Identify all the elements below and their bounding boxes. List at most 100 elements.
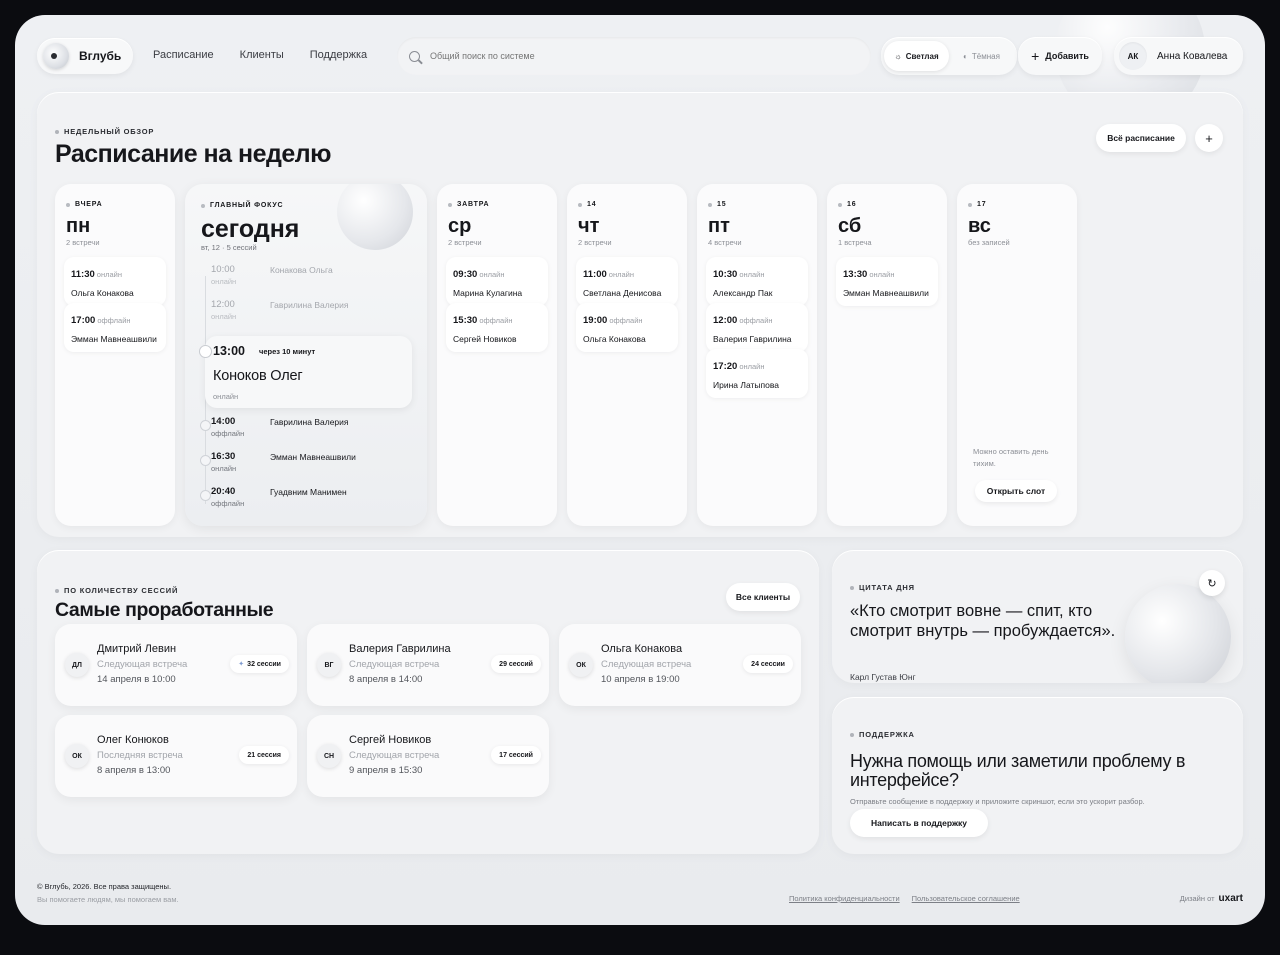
- open-slot-button[interactable]: Открыть слот: [975, 480, 1057, 502]
- today-card[interactable]: Главный фокус сегодня вт, 12 · 5 сессий …: [185, 184, 427, 526]
- day-card-mon[interactable]: Вчера пн 2 встречи 11:30 онлайн Ольга Кон…: [55, 184, 175, 526]
- client-card[interactable]: ВГ Валерия Гаврилина Следующая встреча 8…: [307, 624, 549, 706]
- client-meeting-date: 9 апреля в 15:30: [349, 765, 423, 776]
- today-tag: Главный фокус: [201, 202, 283, 209]
- client-meeting-date: 10 апреля в 19:00: [601, 674, 680, 685]
- quote-eyebrow: Цитата дня: [850, 583, 915, 592]
- client-meeting-label: Следующая встреча: [601, 659, 692, 670]
- top-clients-panel: По количеству сессий Самые проработанные…: [37, 550, 819, 854]
- quote-author: Карл Густав Юнг: [850, 672, 916, 682]
- day-count: 1 встреча: [838, 238, 872, 247]
- appointment[interactable]: 13:30 онлайн Эмман Мавнеашвили: [836, 257, 938, 306]
- logo-icon: [43, 43, 69, 69]
- appointment[interactable]: 12:00 оффлайн Валерия Гаврилина: [706, 303, 808, 352]
- client-avatar: ОК: [65, 744, 89, 768]
- timeline-item[interactable]: 10:00 онлайн Конакова Ольга: [200, 264, 410, 294]
- add-button[interactable]: + Добавить: [1018, 37, 1102, 75]
- day-count: 2 встречи: [578, 238, 612, 247]
- theme-light-label: Светлая: [905, 51, 939, 61]
- refresh-icon[interactable]: ↻: [1199, 570, 1225, 596]
- quote-text: «Кто смотрит вовне — спит, кто смотрит в…: [850, 602, 1116, 640]
- designer-brand-link[interactable]: uxart: [1219, 893, 1243, 904]
- week-eyebrow: Недельный обзор: [55, 127, 154, 136]
- privacy-link[interactable]: Политика конфиденциальности: [789, 894, 900, 903]
- day-name: сб: [838, 215, 862, 237]
- day-tag: Вчера: [66, 201, 103, 208]
- client-card[interactable]: СН Сергей Новиков Следующая встреча 9 ап…: [307, 715, 549, 797]
- client-name: Олег Конюков: [97, 734, 169, 746]
- plus-icon: +: [1031, 48, 1040, 64]
- footer-tagline: Вы помогаете людям, мы помогаем вам.: [37, 895, 179, 904]
- appointment[interactable]: 10:30 онлайн Александр Пак: [706, 257, 808, 306]
- sessions-badge: 29 сессий: [491, 655, 541, 673]
- day-card-sat[interactable]: 16 сб 1 встреча 13:30 онлайн Эмман Мавнеа…: [827, 184, 947, 526]
- all-schedule-button[interactable]: Всё расписание: [1096, 124, 1186, 152]
- sessions-badge: 24 сессии: [743, 655, 793, 673]
- clients-eyebrow: По количеству сессий: [55, 586, 178, 595]
- terms-link[interactable]: Пользовательское соглашение: [912, 894, 1020, 903]
- focus-session-card[interactable]: 13:00 через 10 минут Коноков Олег онлайн: [199, 336, 412, 408]
- appointment[interactable]: 11:30 онлайн Ольга Конакова: [64, 257, 166, 306]
- day-card-sun[interactable]: 17 вс без записей Можно оставить день ти…: [957, 184, 1077, 526]
- theme-light-button[interactable]: ☼ Светлая: [884, 41, 949, 71]
- empty-day-note: Можно оставить день тихим.: [973, 447, 1049, 468]
- sparkle-icon: ✦: [238, 661, 245, 668]
- timeline-item[interactable]: 16:30 онлайн Эмман Мавнеашвили: [200, 451, 410, 481]
- client-card[interactable]: ОК Ольга Конакова Следующая встреча 10 а…: [559, 624, 801, 706]
- logo-text: Вглубь: [79, 49, 122, 63]
- add-slot-button[interactable]: +: [1195, 124, 1223, 152]
- timeline-item[interactable]: 20:40 оффлайн Гуадвним Манимен: [200, 486, 410, 516]
- week-title: Расписание на неделю: [55, 140, 332, 168]
- user-menu[interactable]: АК Анна Ковалева: [1114, 37, 1243, 75]
- support-panel: Поддержка Нужна помощь или заметили проб…: [832, 697, 1243, 854]
- focus-client: Коноков Олег: [213, 368, 303, 384]
- appointment[interactable]: 19:00 оффлайн Ольга Конакова: [576, 303, 678, 352]
- sun-icon: ☼: [894, 51, 902, 61]
- day-card-fri[interactable]: 15 пт 4 встречи 10:30 онлайн Александр Па…: [697, 184, 817, 526]
- day-tag: 15: [708, 201, 726, 208]
- appointment[interactable]: 09:30 онлайн Марина Кулагина: [446, 257, 548, 306]
- timeline-item[interactable]: 12:00 онлайн Гаврилина Валерия: [200, 299, 410, 329]
- day-name: вс: [968, 215, 991, 237]
- appointment[interactable]: 15:30 оффлайн Сергей Новиков: [446, 303, 548, 352]
- day-tag: 16: [838, 201, 856, 208]
- day-card-thu[interactable]: 14 чт 2 встречи 11:00 онлайн Светлана Ден…: [567, 184, 687, 526]
- add-label: Добавить: [1045, 51, 1089, 61]
- app-frame: Вглубь Расписание Клиенты Поддержка ☼ Св…: [15, 15, 1265, 925]
- avatar: АК: [1119, 42, 1147, 70]
- client-meeting-label: Последняя встреча: [97, 750, 183, 761]
- theme-toggle: ☼ Светлая ◐ Тёмная: [881, 37, 1017, 75]
- footer-links: Политика конфиденциальности Пользователь…: [789, 894, 1020, 903]
- nav-item-schedule[interactable]: Расписание: [153, 49, 214, 61]
- clients-title: Самые проработанные: [55, 599, 274, 621]
- sessions-badge: 17 сессий: [491, 746, 541, 764]
- focus-time: 13:00: [213, 344, 245, 358]
- decorative-orb: [337, 184, 413, 250]
- nav-item-support[interactable]: Поддержка: [310, 49, 367, 61]
- day-count: без записей: [968, 238, 1010, 247]
- timeline-item[interactable]: 14:00 оффлайн Гаврилина Валерия: [200, 416, 410, 446]
- day-card-wed[interactable]: Завтра ср 2 встречи 09:30 онлайн Марина К…: [437, 184, 557, 526]
- day-count: 2 встречи: [448, 238, 482, 247]
- client-avatar: ОК: [569, 653, 593, 677]
- theme-dark-button[interactable]: ◐ Тёмная: [949, 41, 1014, 71]
- footer-credit: Дизайн от uxart: [1180, 893, 1243, 904]
- support-title: Нужна помощь или заметили проблему в инт…: [850, 751, 1186, 790]
- logo[interactable]: Вглубь: [37, 38, 133, 74]
- appointment[interactable]: 17:20 онлайн Ирина Латыпова: [706, 349, 808, 398]
- day-tag: 17: [968, 201, 986, 208]
- search-input[interactable]: [430, 51, 830, 61]
- nav-item-clients[interactable]: Клиенты: [240, 49, 284, 61]
- contact-support-button[interactable]: Написать в поддержку: [850, 809, 988, 837]
- appointment[interactable]: 17:00 оффлайн Эмман Мавнеашвили: [64, 303, 166, 352]
- appointment[interactable]: 11:00 онлайн Светлана Денисова: [576, 257, 678, 306]
- client-meeting-date: 8 апреля в 14:00: [349, 674, 423, 685]
- client-card[interactable]: ОК Олег Конюков Последняя встреча 8 апре…: [55, 715, 297, 797]
- day-name: пт: [708, 215, 730, 237]
- client-name: Ольга Конакова: [601, 643, 683, 655]
- day-tag: Завтра: [448, 201, 489, 208]
- client-card[interactable]: ДЛ Дмитрий Левин Следующая встреча 14 ап…: [55, 624, 297, 706]
- all-clients-button[interactable]: Все клиенты: [726, 583, 800, 611]
- client-meeting-label: Следующая встреча: [349, 750, 440, 761]
- search-bar[interactable]: [397, 37, 871, 75]
